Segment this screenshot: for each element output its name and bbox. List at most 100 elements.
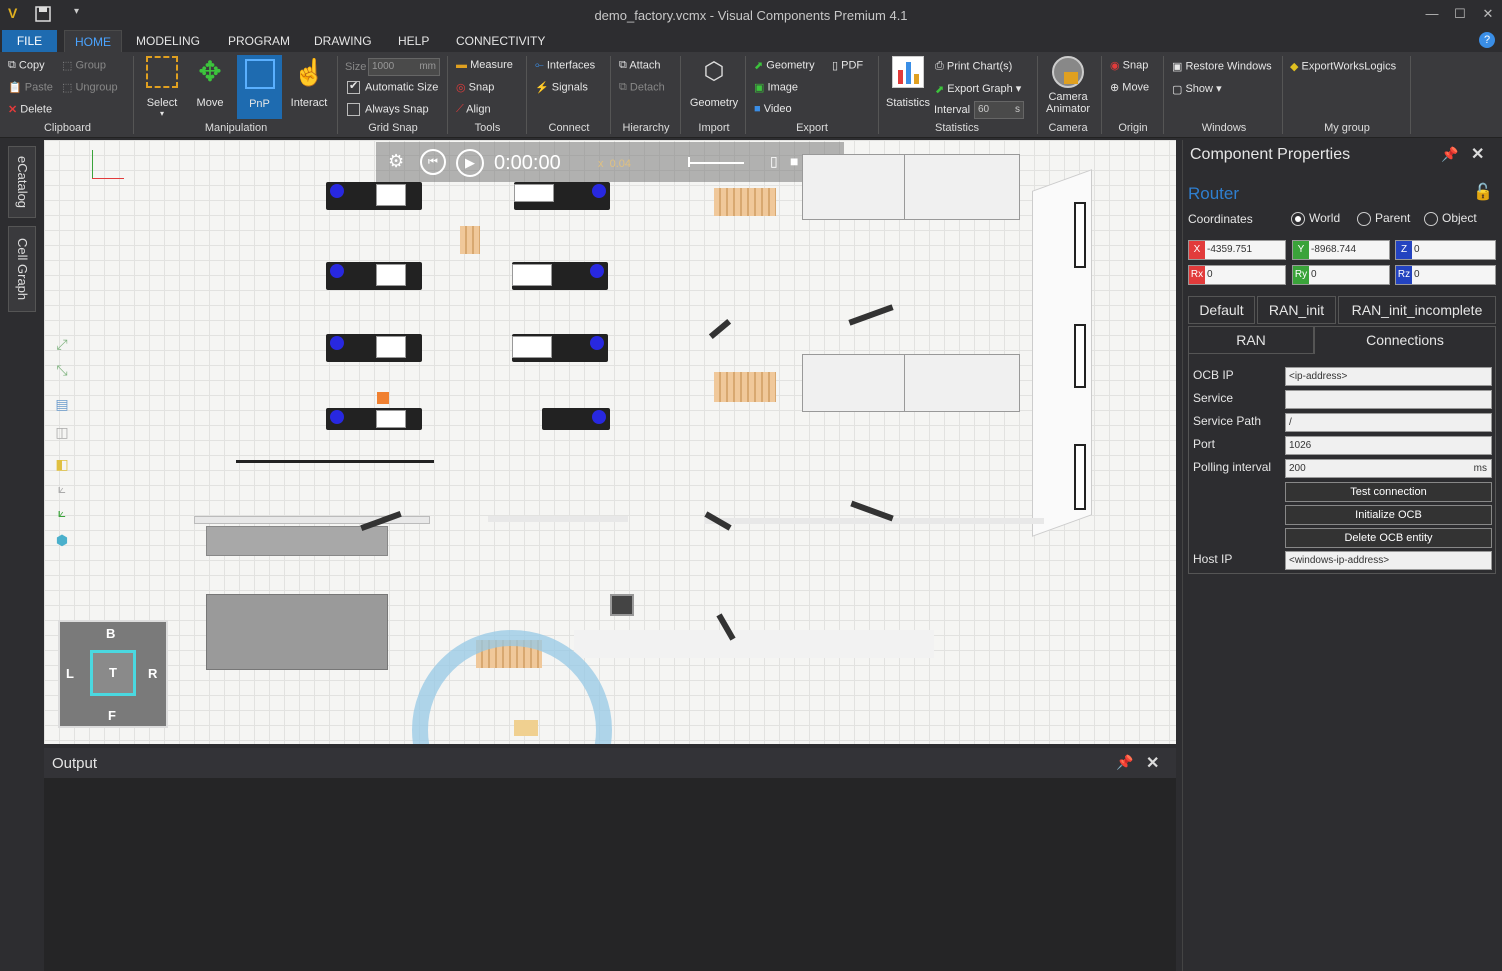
menu-file[interactable]: FILE <box>2 30 57 52</box>
unlock-icon[interactable]: 🔓 <box>1473 182 1493 202</box>
service-input[interactable] <box>1285 390 1492 409</box>
rewind-button[interactable]: ⏮ <box>420 149 446 175</box>
polling-interval-input[interactable]: 200 ms <box>1285 459 1492 478</box>
grid-size-input[interactable]: 1000 mm <box>368 58 440 76</box>
component-name[interactable]: Router <box>1188 184 1239 204</box>
paste-button[interactable]: 📋 Paste <box>8 81 53 94</box>
nav-cube-back[interactable]: B <box>106 626 115 641</box>
ungroup-button[interactable]: ⬚ Ungroup <box>62 81 118 94</box>
ocb-ip-input[interactable]: <ip-address> <box>1285 367 1492 386</box>
copy-button[interactable]: ⧉ Copy <box>8 59 45 72</box>
export-pdf-button[interactable]: ▯ PDF <box>832 59 863 72</box>
export-graph-button[interactable]: ⬈ Export Graph ▾ <box>935 82 1021 96</box>
machine[interactable] <box>904 354 1020 412</box>
origin-snap-button[interactable]: ◉ Snap <box>1110 59 1148 72</box>
camera-animator-button[interactable]: Camera Animator <box>1040 56 1096 115</box>
pin-icon[interactable]: 📌 <box>1441 146 1458 163</box>
grid-options-icon[interactable]: ⟀ <box>52 504 72 524</box>
pin-icon[interactable]: 📌 <box>1116 754 1133 771</box>
settings-gear-icon[interactable]: ⚙ <box>388 151 404 172</box>
conveyor[interactable] <box>488 516 628 522</box>
pallet[interactable] <box>714 372 776 402</box>
fit-selection-icon[interactable]: ⤡ <box>52 362 72 382</box>
restore-windows-button[interactable]: ▣ Restore Windows <box>1172 60 1272 73</box>
3d-viewport[interactable]: ⚙ ⏮ ▶ 0:00:00 x 0.04 ▯ ■ ⊘ ⤢ ⤡ ▤ ◫ ◧ ⟀ ⟀… <box>44 140 1176 744</box>
robot-cell[interactable] <box>326 334 422 362</box>
attach-button[interactable]: ⧉ Attach <box>619 59 661 72</box>
tab-default[interactable]: Default <box>1188 296 1255 324</box>
y-coordinate-field[interactable]: Y -8968.744 <box>1292 240 1390 260</box>
speed-slider[interactable] <box>690 162 744 164</box>
select-button[interactable]: Select ▾ <box>142 56 182 118</box>
part[interactable] <box>377 392 389 404</box>
close-panel-icon[interactable]: ✕ <box>1471 144 1484 164</box>
nav-cube-front[interactable]: F <box>108 708 116 723</box>
menu-help[interactable]: HELP <box>394 30 433 52</box>
robot-cell[interactable] <box>542 408 610 430</box>
nav-cube-left[interactable]: L <box>66 666 74 681</box>
move-button[interactable]: ✥ Move <box>190 56 230 109</box>
test-connection-button[interactable]: Test connection <box>1285 482 1492 502</box>
origin-move-button[interactable]: ⊕ Move <box>1110 81 1149 94</box>
robot-cell[interactable] <box>512 334 608 362</box>
component-visibility-icon[interactable]: ⬢ <box>52 532 72 552</box>
export-image-button[interactable]: ▣ Image <box>754 81 798 94</box>
interval-input[interactable]: 60 s <box>974 101 1024 119</box>
machine[interactable] <box>802 154 912 220</box>
delete-button[interactable]: ✕ Delete <box>8 103 52 116</box>
print-charts-button[interactable]: ⎙ Print Chart(s) <box>935 60 1012 73</box>
rz-coordinate-field[interactable]: Rz 0 <box>1395 265 1496 285</box>
view-layout-icon[interactable]: ▤ <box>52 396 72 416</box>
service-path-input[interactable]: / <box>1285 413 1492 432</box>
arm[interactable] <box>848 304 894 326</box>
robot-cell[interactable] <box>326 262 422 290</box>
align-button[interactable]: ⟋ Align <box>456 103 491 116</box>
projection-cube-icon[interactable]: ◫ <box>52 424 72 444</box>
export-geometry-button[interactable]: ⬈ Geometry <box>754 59 815 72</box>
initialize-ocb-button[interactable]: Initialize OCB <box>1285 505 1492 525</box>
nav-cube-right[interactable]: R <box>148 666 157 681</box>
conveyor[interactable] <box>574 630 934 658</box>
robot-cell[interactable] <box>512 262 608 290</box>
detach-button[interactable]: ⧉ Detach <box>619 81 665 94</box>
menu-program[interactable]: PROGRAM <box>224 30 294 52</box>
storage-unit[interactable] <box>206 526 388 556</box>
close-window-icon[interactable]: ✕ <box>1478 6 1498 22</box>
x-coordinate-field[interactable]: X -4359.751 <box>1188 240 1286 260</box>
tab-ran[interactable]: RAN <box>1188 326 1314 354</box>
robot-cell[interactable] <box>514 182 610 210</box>
measure-button[interactable]: ▬ Measure <box>456 59 513 71</box>
pallet[interactable] <box>460 226 480 254</box>
export-video-button[interactable]: ■ Video <box>754 103 792 115</box>
ry-coordinate-field[interactable]: Ry 0 <box>1292 265 1390 285</box>
statistics-button[interactable]: Statistics <box>884 56 932 109</box>
delete-ocb-entity-button[interactable]: Delete OCB entity <box>1285 528 1492 548</box>
pdf-export-icon[interactable]: ▯ <box>770 153 778 170</box>
export-works-logics-button[interactable]: ◆ ExportWorksLogics <box>1290 60 1396 73</box>
group-button[interactable]: ⬚ Group <box>62 59 106 72</box>
tab-cell-graph[interactable]: Cell Graph <box>8 226 36 312</box>
menu-home[interactable]: HOME <box>64 30 122 52</box>
fill-view-icon[interactable]: ⤢ <box>52 336 72 356</box>
tab-ran-init-incomplete[interactable]: RAN_init_incomplete <box>1338 296 1496 324</box>
robot-cell[interactable] <box>326 182 422 210</box>
rx-coordinate-field[interactable]: Rx 0 <box>1188 265 1286 285</box>
import-geometry-button[interactable]: ⬡ Geometry <box>686 56 742 109</box>
tab-ran-init[interactable]: RAN_init <box>1257 296 1336 324</box>
host-ip-input[interactable]: <windows-ip-address> <box>1285 551 1492 570</box>
maximize-icon[interactable]: ☐ <box>1450 6 1470 22</box>
router-device[interactable] <box>610 594 634 616</box>
minimize-icon[interactable]: — <box>1422 6 1442 21</box>
render-mode-icon[interactable]: ◧ <box>52 456 72 476</box>
menu-modeling[interactable]: MODELING <box>132 30 204 52</box>
navigation-cube[interactable]: T B F L R <box>58 620 168 728</box>
tab-ecatalog[interactable]: eCatalog <box>8 146 36 218</box>
tools-snap-button[interactable]: ◎ Snap <box>456 81 494 94</box>
automatic-size-checkbox[interactable]: ✔ Automatic Size <box>347 80 438 94</box>
z-coordinate-field[interactable]: Z0 <box>1395 240 1496 260</box>
storage-rack[interactable] <box>206 594 388 670</box>
help-icon[interactable]: ? <box>1479 32 1495 48</box>
output-log[interactable] <box>44 778 1176 971</box>
machine[interactable] <box>904 154 1020 220</box>
interact-button[interactable]: ☝ Interact <box>288 56 330 109</box>
